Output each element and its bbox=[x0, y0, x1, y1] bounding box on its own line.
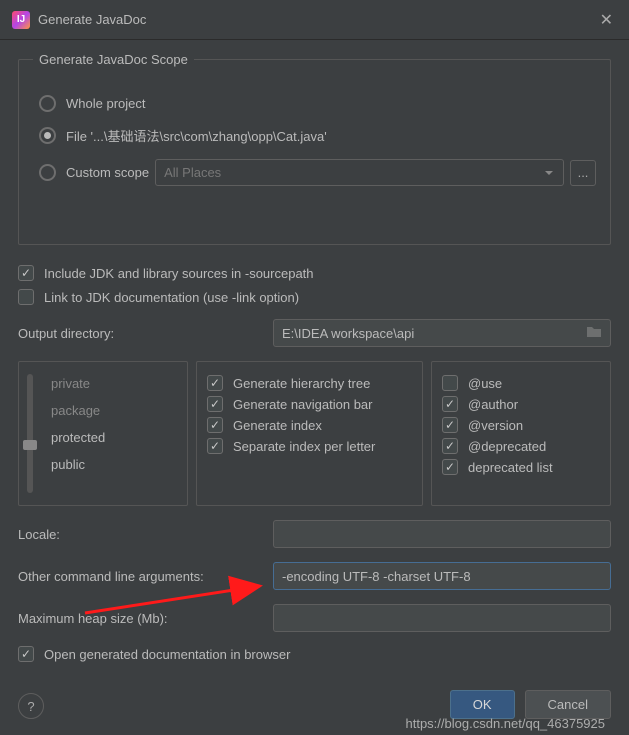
more-button[interactable]: ... bbox=[570, 160, 596, 186]
check-include-jdk[interactable]: Include JDK and library sources in -sour… bbox=[18, 265, 611, 281]
check-deprecated[interactable]: @deprecated bbox=[442, 438, 600, 454]
radio-label: Whole project bbox=[66, 96, 145, 111]
vis-public[interactable]: public bbox=[43, 451, 177, 478]
visibility-slider-rail bbox=[27, 374, 33, 493]
check-sep-index[interactable]: Separate index per letter bbox=[207, 438, 412, 454]
generate-options-panel: Generate hierarchy tree Generate navigat… bbox=[196, 361, 423, 506]
scope-fieldset: Generate JavaDoc Scope Whole project Fil… bbox=[18, 52, 611, 245]
cancel-button[interactable]: Cancel bbox=[525, 690, 611, 719]
check-label: Include JDK and library sources in -sour… bbox=[44, 266, 314, 281]
heap-input[interactable] bbox=[273, 604, 611, 632]
check-navbar[interactable]: Generate navigation bar bbox=[207, 396, 412, 412]
help-button[interactable]: ? bbox=[18, 693, 44, 719]
radio-whole-project[interactable]: Whole project bbox=[39, 95, 596, 112]
check-open-browser[interactable]: Open generated documentation in browser bbox=[18, 646, 611, 662]
app-icon: IJ bbox=[12, 11, 30, 29]
check-use[interactable]: @use bbox=[442, 375, 600, 391]
radio-icon bbox=[39, 127, 56, 144]
close-icon[interactable]: ✕ bbox=[596, 10, 617, 30]
radio-custom-scope[interactable]: Custom scope All Places ... bbox=[39, 159, 596, 186]
checkbox-icon bbox=[207, 438, 223, 454]
checkbox-icon bbox=[442, 417, 458, 433]
checkbox-icon bbox=[18, 646, 34, 662]
window-title: Generate JavaDoc bbox=[38, 12, 596, 27]
radio-label: File '...\基础语法\src\com\zhang\opp\Cat.jav… bbox=[66, 126, 327, 145]
check-hierarchy[interactable]: Generate hierarchy tree bbox=[207, 375, 412, 391]
visibility-slider-thumb[interactable] bbox=[23, 440, 37, 450]
watermark: https://blog.csdn.net/qq_46375925 bbox=[406, 716, 606, 731]
custom-scope-select[interactable]: All Places bbox=[155, 159, 564, 186]
radio-icon bbox=[39, 164, 56, 181]
check-link-jdk[interactable]: Link to JDK documentation (use -link opt… bbox=[18, 289, 611, 305]
tags-panel: @use @author @version @deprecated deprec… bbox=[431, 361, 611, 506]
checkbox-icon bbox=[18, 265, 34, 281]
scope-legend: Generate JavaDoc Scope bbox=[33, 52, 194, 67]
locale-input[interactable] bbox=[273, 520, 611, 548]
output-dir-input[interactable]: E:\IDEA workspace\api bbox=[273, 319, 611, 347]
vis-protected[interactable]: protected bbox=[43, 424, 177, 451]
vis-package[interactable]: package bbox=[43, 397, 177, 424]
check-version[interactable]: @version bbox=[442, 417, 600, 433]
heap-label: Maximum heap size (Mb): bbox=[18, 611, 273, 626]
checkbox-icon bbox=[207, 375, 223, 391]
checkbox-icon bbox=[207, 417, 223, 433]
checkbox-icon bbox=[442, 438, 458, 454]
select-value: All Places bbox=[164, 165, 221, 180]
visibility-panel[interactable]: private package protected public bbox=[18, 361, 188, 506]
check-author[interactable]: @author bbox=[442, 396, 600, 412]
locale-label: Locale: bbox=[18, 527, 273, 542]
radio-file[interactable]: File '...\基础语法\src\com\zhang\opp\Cat.jav… bbox=[39, 126, 596, 145]
vis-private[interactable]: private bbox=[43, 370, 177, 397]
cmdline-label: Other command line arguments: bbox=[18, 569, 273, 584]
output-dir-label: Output directory: bbox=[18, 326, 273, 341]
titlebar: IJ Generate JavaDoc ✕ bbox=[0, 0, 629, 40]
check-label: Link to JDK documentation (use -link opt… bbox=[44, 290, 299, 305]
radio-icon bbox=[39, 95, 56, 112]
check-index[interactable]: Generate index bbox=[207, 417, 412, 433]
checkbox-icon bbox=[442, 459, 458, 475]
check-deprecated-list[interactable]: deprecated list bbox=[442, 459, 600, 475]
cmdline-input[interactable]: -encoding UTF-8 -charset UTF-8 bbox=[273, 562, 611, 590]
checkbox-icon bbox=[442, 375, 458, 391]
checkbox-icon bbox=[207, 396, 223, 412]
checkbox-icon bbox=[18, 289, 34, 305]
radio-label: Custom scope bbox=[66, 165, 149, 180]
ok-button[interactable]: OK bbox=[450, 690, 515, 719]
checkbox-icon bbox=[442, 396, 458, 412]
folder-icon[interactable] bbox=[586, 325, 602, 341]
